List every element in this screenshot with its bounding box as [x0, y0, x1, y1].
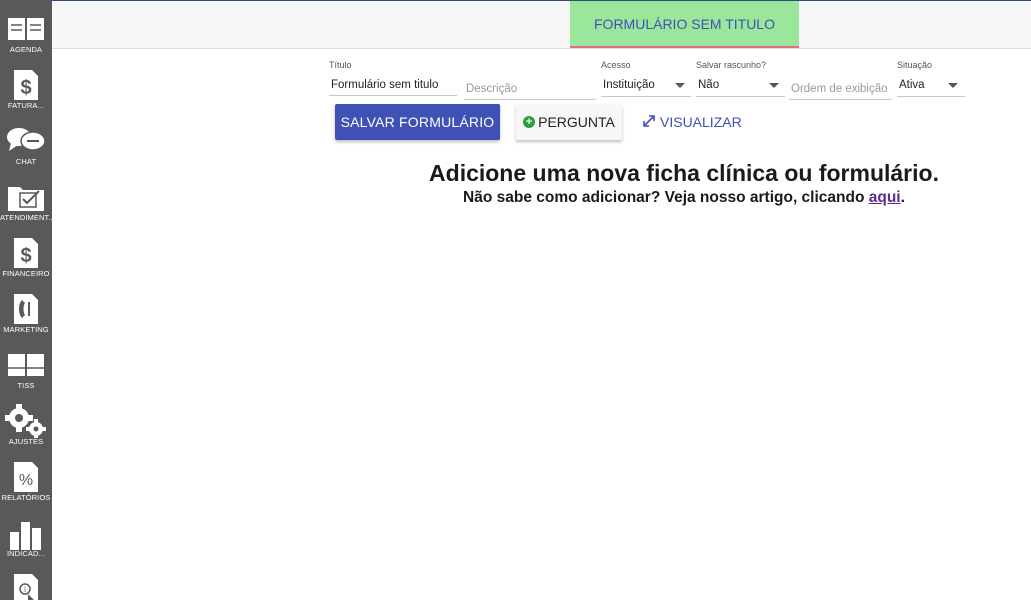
percent-document-icon: % — [0, 459, 52, 495]
title-field: Título — [329, 60, 457, 100]
save-form-label: SALVAR FORMULÁRIO — [340, 114, 495, 130]
sidebar-item-label: CHAT — [15, 157, 37, 166]
sidebar-item-chat[interactable]: CHAT — [0, 117, 52, 173]
sidebar-item-label: AGENDA — [9, 45, 43, 54]
chevron-down-icon — [948, 83, 958, 88]
status-label: Situação — [897, 60, 933, 70]
dollar-document-icon: $ — [0, 235, 52, 271]
sidebar-item-tiss[interactable]: TISS — [0, 341, 52, 397]
save-draft-underline — [696, 96, 785, 97]
svg-text:$: $ — [20, 245, 31, 267]
title-label: Título — [329, 60, 352, 70]
sidebar-item-ajuda[interactable]: i — [0, 565, 52, 600]
sidebar-item-marketing[interactable]: MARKETING — [0, 285, 52, 341]
sidebar: AGENDA $ FATURA... CHAT ATENDIMENT... $ … — [0, 0, 52, 600]
sidebar-item-label: INDICAD... — [6, 549, 46, 558]
dollar-document-icon: $ — [0, 67, 52, 103]
sidebar-item-financeiro[interactable]: $ FINANCEIRO — [0, 229, 52, 285]
display-order-input[interactable] — [789, 78, 892, 100]
preview-button[interactable]: VISUALIZAR — [642, 104, 748, 140]
sidebar-item-agenda[interactable]: AGENDA — [0, 5, 52, 61]
add-question-label: PERGUNTA — [538, 114, 615, 130]
sidebar-item-label: MARKETING — [3, 325, 49, 334]
sidebar-item-faturamento[interactable]: $ FATURA... — [0, 61, 52, 117]
tiss-book-icon — [0, 347, 52, 383]
sidebar-item-label: RELATÓRIOS — [1, 493, 51, 502]
phone-document-icon — [0, 291, 52, 327]
help-document-icon: i — [0, 571, 52, 600]
tab-formulario-sem-titulo[interactable]: FORMULÁRIO SEM TITULO — [570, 1, 799, 48]
display-order-field — [789, 60, 892, 100]
access-select[interactable]: Acesso Instituição — [601, 60, 691, 100]
empty-state-subtitle: Não sabe como adicionar? Veja nosso arti… — [330, 189, 1031, 207]
sidebar-item-atendimento[interactable]: ATENDIMENT... — [0, 173, 52, 229]
sidebar-item-label: TISS — [17, 381, 35, 390]
empty-state-subtitle-text: Não sabe como adicionar? Veja nosso arti… — [463, 189, 869, 206]
add-question-button[interactable]: + PERGUNTA — [516, 104, 622, 140]
gears-icon — [0, 403, 52, 439]
save-draft-select[interactable]: Salvar rascunho? Não — [696, 60, 785, 100]
status-select[interactable]: Situação Ativa — [897, 60, 965, 100]
sidebar-item-label: AJUSTES — [8, 437, 44, 446]
chevron-down-icon — [675, 83, 685, 88]
save-draft-label: Salvar rascunho? — [696, 60, 767, 70]
status-value: Ativa — [899, 79, 925, 91]
preview-label: VISUALIZAR — [660, 114, 742, 130]
bar-chart-icon — [0, 515, 52, 551]
plus-circle-icon: + — [523, 116, 536, 128]
sidebar-item-label: ATENDIMENT... — [0, 213, 52, 222]
expand-arrows-icon — [642, 114, 656, 131]
access-label: Acesso — [601, 60, 631, 70]
sidebar-item-label: FATURA... — [7, 101, 45, 110]
chat-bubbles-icon — [0, 123, 52, 159]
status-underline — [897, 96, 965, 97]
chevron-down-icon — [769, 83, 779, 88]
help-article-link[interactable]: aqui — [869, 189, 901, 206]
access-underline — [601, 96, 691, 97]
folder-check-icon — [0, 179, 52, 215]
sidebar-item-indicadores[interactable]: INDICAD... — [0, 509, 52, 565]
empty-state-title: Adicione uma nova ficha clínica ou formu… — [429, 160, 939, 186]
sidebar-item-label: FINANCEIRO — [2, 269, 50, 278]
save-form-button[interactable]: SALVAR FORMULÁRIO — [335, 104, 500, 140]
svg-text:%: % — [19, 472, 33, 489]
access-value: Instituição — [603, 79, 655, 91]
empty-state-subtitle-end: . — [900, 189, 905, 206]
title-input[interactable] — [329, 74, 457, 96]
description-field — [464, 60, 596, 100]
save-draft-value: Não — [698, 79, 720, 91]
agenda-calendar-icon — [0, 11, 52, 47]
sidebar-item-ajustes[interactable]: AJUSTES — [0, 397, 52, 453]
top-bar: FORMULÁRIO SEM TITULO — [52, 1, 1031, 49]
svg-text:$: $ — [20, 77, 31, 99]
description-input[interactable] — [464, 78, 596, 100]
sidebar-item-relatorios[interactable]: % RELATÓRIOS — [0, 453, 52, 509]
svg-text:i: i — [24, 585, 26, 594]
